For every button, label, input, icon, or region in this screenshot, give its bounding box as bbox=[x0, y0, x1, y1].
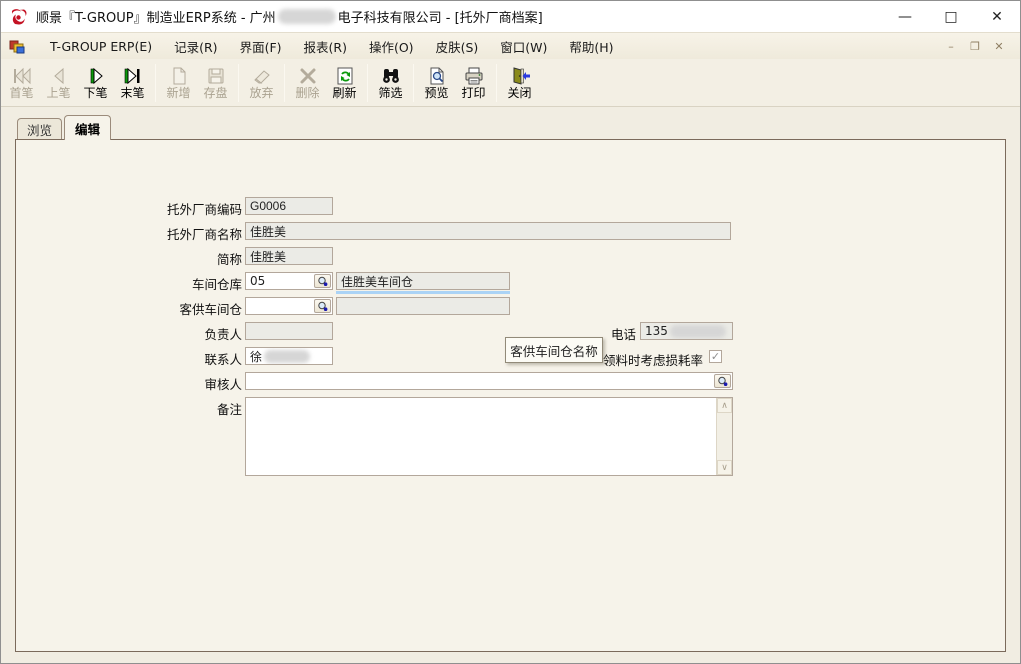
close-form-button[interactable]: 关闭 bbox=[501, 61, 538, 105]
refresh-button[interactable]: 刷新 bbox=[326, 61, 363, 105]
toolbar: 首笔 上笔 下笔 末笔 bbox=[1, 59, 1020, 107]
vendor-name-field[interactable] bbox=[245, 222, 731, 240]
remarks-label: 备注 bbox=[16, 399, 242, 418]
magnifier-lookup-icon bbox=[317, 276, 329, 287]
mdi-restore-button[interactable]: ❐ bbox=[968, 40, 982, 53]
print-icon bbox=[463, 66, 485, 86]
customer-workshop-warehouse-label: 客供车间仓 bbox=[16, 299, 242, 318]
focus-underline bbox=[336, 291, 510, 294]
menu-tgroup-erp[interactable]: T-GROUP ERP(E) bbox=[39, 35, 163, 58]
person-in-charge-label: 负责人 bbox=[16, 324, 242, 343]
new-document-icon bbox=[168, 66, 190, 86]
new-button[interactable]: 新增 bbox=[160, 61, 197, 105]
tab-browse[interactable]: 浏览 bbox=[17, 118, 62, 140]
abandon-eraser-icon bbox=[251, 66, 273, 86]
app-window: 顺景『T-GROUP』制造业ERP系统 - 广州电子科技有限公司 - [托外厂商… bbox=[0, 0, 1021, 664]
redacted-contact bbox=[264, 350, 310, 363]
workshop-warehouse-label: 车间仓库 bbox=[16, 274, 242, 293]
auditor-label: 审核人 bbox=[16, 374, 242, 393]
refresh-icon bbox=[334, 66, 356, 86]
menu-record[interactable]: 记录(R) bbox=[163, 33, 228, 60]
preview-icon bbox=[426, 66, 448, 86]
remarks-textarea[interactable]: ∧ ∨ bbox=[245, 397, 733, 476]
window-close-button[interactable]: ✕ bbox=[974, 1, 1020, 32]
print-button[interactable]: 打印 bbox=[455, 61, 492, 105]
magnifier-lookup-icon bbox=[317, 301, 329, 312]
app-logo-icon bbox=[9, 7, 29, 27]
last-record-button[interactable]: 末笔 bbox=[114, 61, 151, 105]
phone-field[interactable]: 135 bbox=[640, 322, 733, 340]
abandon-button[interactable]: 放弃 bbox=[243, 61, 280, 105]
contact-field[interactable]: 徐 bbox=[245, 347, 333, 365]
scroll-down-button[interactable]: ∨ bbox=[717, 460, 732, 475]
remarks-scrollbar[interactable]: ∧ ∨ bbox=[716, 398, 732, 475]
mdi-minimize-button[interactable]: – bbox=[944, 40, 958, 53]
redacted-phone bbox=[670, 325, 726, 338]
mdi-close-button[interactable]: ✕ bbox=[992, 40, 1006, 53]
short-name-label: 简称 bbox=[16, 249, 242, 268]
workshop-warehouse-code-field[interactable]: 05 bbox=[245, 272, 333, 290]
workshop-warehouse-name-field[interactable]: 佳胜美车间仓 bbox=[336, 272, 510, 290]
menu-bar: T-GROUP ERP(E) 记录(R) 界面(F) 报表(R) 操作(O) 皮… bbox=[1, 32, 1020, 59]
menu-skin[interactable]: 皮肤(S) bbox=[425, 33, 490, 60]
toolbar-separator bbox=[496, 64, 497, 102]
filter-binoculars-icon bbox=[380, 66, 402, 86]
workshop-warehouse-lookup-button[interactable] bbox=[314, 274, 331, 288]
redacted-company-name bbox=[278, 9, 336, 24]
save-disk-icon bbox=[205, 66, 227, 86]
toolbar-separator bbox=[413, 64, 414, 102]
preview-button[interactable]: 预览 bbox=[418, 61, 455, 105]
menu-report[interactable]: 报表(R) bbox=[293, 33, 358, 60]
customer-workshop-warehouse-code-field[interactable] bbox=[245, 297, 333, 315]
previous-record-button[interactable]: 上笔 bbox=[40, 61, 77, 105]
contact-label: 联系人 bbox=[16, 349, 242, 368]
delete-button[interactable]: 删除 bbox=[289, 61, 326, 105]
menu-interface[interactable]: 界面(F) bbox=[229, 33, 293, 60]
loss-rate-checkbox[interactable]: ✓ bbox=[709, 350, 722, 363]
auditor-field[interactable] bbox=[245, 372, 733, 390]
toolbar-separator bbox=[238, 64, 239, 102]
loss-rate-label: 领料时考虑损耗率 bbox=[603, 350, 703, 369]
window-minimize-button[interactable]: — bbox=[882, 1, 928, 32]
next-record-button[interactable]: 下笔 bbox=[77, 61, 114, 105]
auditor-lookup-button[interactable] bbox=[714, 374, 731, 388]
window-title: 顺景『T-GROUP』制造业ERP系统 - 广州电子科技有限公司 - [托外厂商… bbox=[36, 7, 543, 26]
next-record-icon bbox=[85, 66, 107, 86]
customer-workshop-warehouse-name-field[interactable] bbox=[336, 297, 510, 315]
scroll-up-button[interactable]: ∧ bbox=[717, 398, 732, 413]
vendor-code-label: 托外厂商编码 bbox=[16, 199, 242, 218]
person-in-charge-field[interactable] bbox=[245, 322, 333, 340]
magnifier-lookup-icon bbox=[717, 376, 729, 387]
vendor-name-label: 托外厂商名称 bbox=[16, 224, 242, 243]
title-bar: 顺景『T-GROUP』制造业ERP系统 - 广州电子科技有限公司 - [托外厂商… bbox=[1, 1, 1020, 32]
first-record-button[interactable]: 首笔 bbox=[3, 61, 40, 105]
toolbar-separator bbox=[367, 64, 368, 102]
toolbar-separator bbox=[284, 64, 285, 102]
save-button[interactable]: 存盘 bbox=[197, 61, 234, 105]
toolbar-separator bbox=[155, 64, 156, 102]
close-door-icon bbox=[509, 66, 531, 86]
last-record-icon bbox=[122, 66, 144, 86]
vendor-code-field[interactable] bbox=[245, 197, 333, 215]
edit-form-panel: 托外厂商编码 托外厂商名称 简称 车间仓库 05 佳胜美车间仓 客供车间仓 bbox=[15, 139, 1006, 652]
short-name-field[interactable] bbox=[245, 247, 333, 265]
delete-x-icon bbox=[297, 66, 319, 86]
menu-operation[interactable]: 操作(O) bbox=[358, 33, 425, 60]
previous-record-icon bbox=[48, 66, 70, 86]
customer-warehouse-name-tooltip: 客供车间仓名称 bbox=[505, 337, 603, 363]
menu-help[interactable]: 帮助(H) bbox=[558, 33, 624, 60]
menu-window[interactable]: 窗口(W) bbox=[489, 33, 558, 60]
first-record-icon bbox=[11, 66, 33, 86]
filter-button[interactable]: 筛选 bbox=[372, 61, 409, 105]
window-maximize-button[interactable]: □ bbox=[928, 1, 974, 32]
mdi-window-icon bbox=[9, 39, 25, 54]
customer-workshop-warehouse-lookup-button[interactable] bbox=[314, 299, 331, 313]
tab-edit[interactable]: 编辑 bbox=[64, 115, 111, 140]
